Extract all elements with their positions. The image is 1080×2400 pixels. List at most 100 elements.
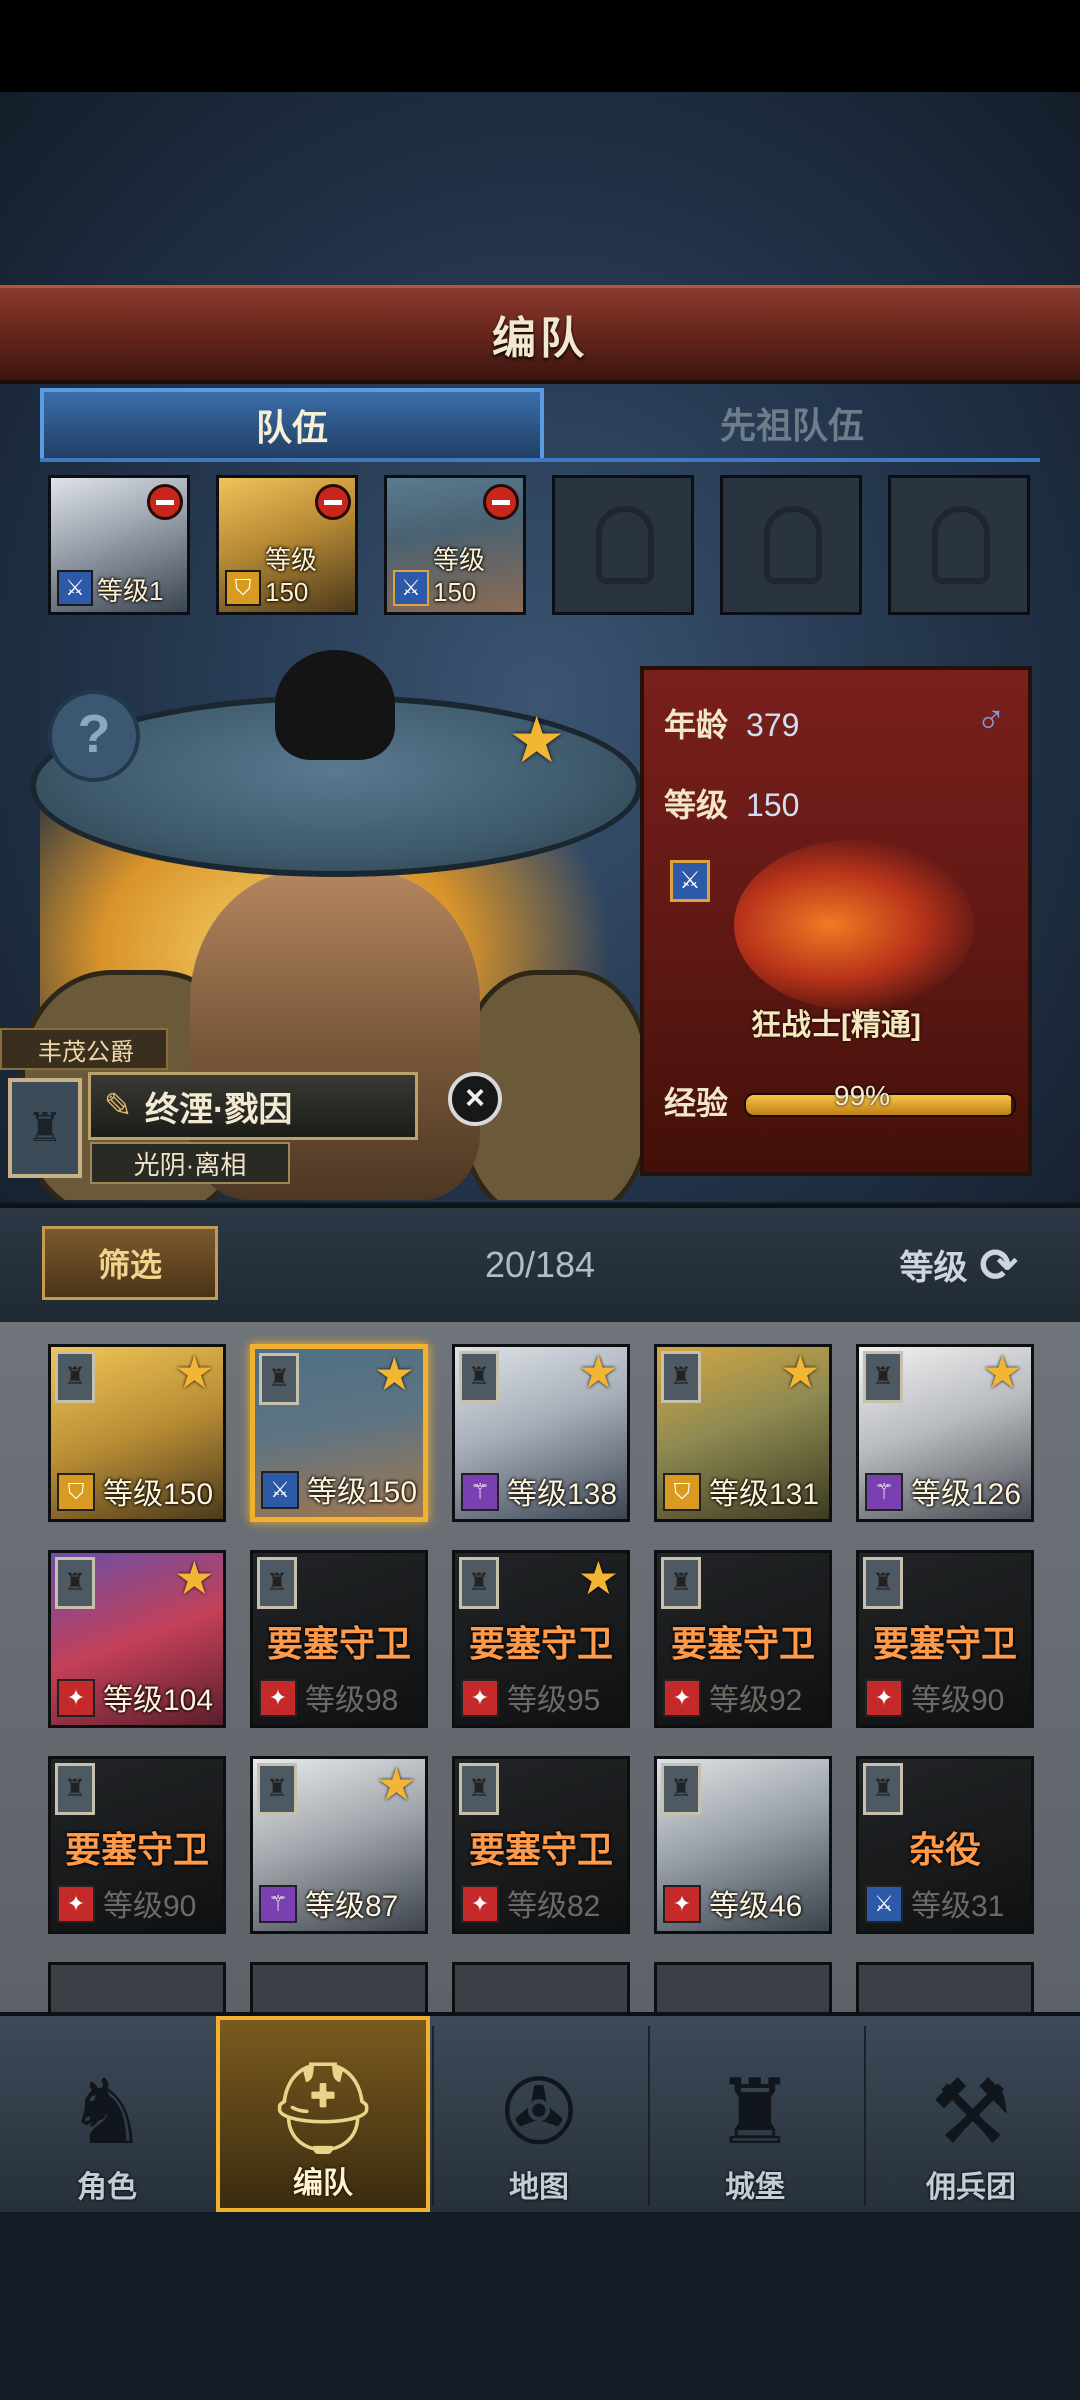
card-level: 等级150 (103, 1478, 214, 1511)
star-icon: ★ (508, 704, 566, 776)
beast-icon: ✦ (461, 1885, 499, 1923)
shield-icon: ⛉ (225, 570, 261, 606)
beast-icon: ✦ (865, 1679, 903, 1717)
role-label: 要塞守卫 (468, 1829, 613, 1870)
team-slot-empty[interactable] (720, 475, 862, 615)
roster-card[interactable] (250, 1962, 428, 2012)
page-title: 编队 (492, 314, 588, 363)
class-name[interactable]: 狂战士[精通] (644, 1000, 1028, 1044)
card-level: 等级126 (911, 1478, 1022, 1511)
roster-card[interactable] (452, 1962, 630, 2012)
empty-helmet-icon (596, 506, 654, 584)
card-level: 等级31 (911, 1890, 1005, 1923)
team-slot-empty[interactable] (552, 475, 694, 615)
beast-icon: ✦ (663, 1679, 701, 1717)
card-level: 等级90 (103, 1890, 197, 1923)
team-slot-empty[interactable] (888, 475, 1030, 615)
nav-label: 角色 (77, 2171, 137, 2204)
roster-card[interactable]: ♜ ★ ⚚ 等级87 (250, 1756, 428, 1934)
roster-card[interactable]: ♜ ★ ✦ 等级104 (48, 1550, 226, 1728)
star-icon: ★ (779, 1346, 821, 1398)
sword-icon: ⚔ (261, 1471, 299, 1509)
tab-ancestor-team[interactable]: 先祖队伍 (544, 388, 1040, 458)
house-emblem-icon: ♜ (55, 1763, 95, 1815)
remove-member-icon[interactable] (483, 484, 519, 520)
nav-label: 编队 (293, 2167, 353, 2200)
roster-card[interactable]: ♜ 要塞守卫 ✦ 等级90 (856, 1550, 1034, 1728)
roster-card[interactable]: ♜ 要塞守卫 ✦ 等级92 (654, 1550, 832, 1728)
hero-title: 丰茂公爵 (0, 1028, 168, 1070)
beast-icon: ✦ (663, 1885, 701, 1923)
page-title-banner: 编队 (0, 285, 1080, 384)
hair-bun (275, 650, 395, 760)
age-label: 年龄 (664, 707, 729, 743)
nav-label: 城堡 (725, 2171, 785, 2204)
roster-card[interactable] (654, 1962, 832, 2012)
sword-icon: ⚔ (57, 570, 93, 606)
roster-card[interactable] (48, 1962, 226, 2012)
beast-icon: ✦ (57, 1885, 95, 1923)
roster-card[interactable]: ♜ ★ ⛉ 等级150 (48, 1344, 226, 1522)
roster-card[interactable]: ♜ ★ 要塞守卫 ✦ 等级95 (452, 1550, 630, 1728)
staff-icon: ⚚ (865, 1473, 903, 1511)
hero-nameplate: 丰茂公爵 ♜ ✎ 终湮·戮因 光阴·离相 (0, 1028, 420, 1188)
staff-icon: ⚚ (259, 1885, 297, 1923)
empty-helmet-icon (932, 506, 990, 584)
role-label: 要塞守卫 (266, 1623, 411, 1664)
nav-castle[interactable]: ♜ 城堡 (648, 2016, 862, 2212)
nav-map[interactable]: ✇ 地图 (432, 2016, 646, 2212)
house-emblem-icon: ♜ (459, 1557, 499, 1609)
sort-button[interactable]: 等级 ⟳ (899, 1240, 1018, 1289)
house-emblem-icon: ♜ (8, 1078, 82, 1178)
exp-label: 经验 (664, 1085, 729, 1121)
team-slot-1[interactable]: ⚔ 等级1 (48, 475, 190, 615)
roster-card[interactable]: ♜ ★ ⚔ 等级150 (250, 1344, 428, 1522)
helmet-icon: ⛑ (265, 2059, 381, 2159)
help-icon[interactable]: ? (48, 690, 140, 782)
slot-level: 等级150 (265, 545, 318, 607)
card-level: 等级150 (307, 1476, 418, 1509)
sword-star-icon: ⚔ (393, 570, 429, 606)
nav-formation[interactable]: ⛑ 编队 (216, 2016, 430, 2212)
exp-row: 经验 (664, 1078, 728, 1124)
roster-card[interactable]: ♜ 要塞守卫 ✦ 等级90 (48, 1756, 226, 1934)
remove-member-icon[interactable] (147, 484, 183, 520)
house-emblem-icon: ♜ (55, 1351, 95, 1403)
star-icon: ★ (577, 1552, 619, 1604)
roster-card[interactable]: ♜ 要塞守卫 ✦ 等级82 (452, 1756, 630, 1934)
roster-card[interactable]: ♜ ★ ⚚ 等级126 (856, 1344, 1034, 1522)
house-emblem-icon: ♜ (661, 1351, 701, 1403)
roster-card[interactable] (856, 1962, 1034, 2012)
house-emblem-icon: ♜ (863, 1557, 903, 1609)
hero-name: 终湮·戮因 (145, 1090, 293, 1129)
roster-card[interactable]: ♜ ★ ⚚ 等级138 (452, 1344, 630, 1522)
roster-card[interactable]: ♜ ★ ⛉ 等级131 (654, 1344, 832, 1522)
bottom-nav: ♞ 角色 ⛑ 编队 ✇ 地图 ♜ 城堡 ⚒ 佣兵团 (0, 2012, 1080, 2216)
nav-label: 地图 (509, 2171, 569, 2204)
roster-card[interactable]: ♜ 杂役 ⚔ 等级31 (856, 1756, 1034, 1934)
team-slot-2[interactable]: ⛉ 等级150 (216, 475, 358, 615)
edit-name-icon[interactable]: ✎ (91, 1086, 145, 1126)
nav-characters[interactable]: ♞ 角色 (0, 2016, 214, 2212)
sort-label: 等级 (899, 1249, 968, 1287)
close-icon[interactable]: × (448, 1072, 502, 1126)
hero-name-bar[interactable]: ✎ 终湮·戮因 (88, 1072, 418, 1140)
slot-level: 等级1 (97, 576, 164, 606)
house-emblem-icon: ♜ (459, 1351, 499, 1403)
tab-team[interactable]: 队伍 (40, 388, 544, 458)
remove-member-icon[interactable] (315, 484, 351, 520)
card-level: 等级46 (709, 1890, 803, 1923)
team-slot-3[interactable]: ⚔ 等级150 (384, 475, 526, 615)
sword-icon: ⚔ (865, 1885, 903, 1923)
house-emblem-icon: ♜ (259, 1353, 299, 1405)
star-icon: ★ (373, 1348, 415, 1400)
roster-card[interactable]: ♜ ✦ 等级46 (654, 1756, 832, 1934)
beast-icon: ✦ (259, 1679, 297, 1717)
shield-icon: ⛉ (57, 1473, 95, 1511)
roster-card[interactable]: ♜ 要塞守卫 ✦ 等级98 (250, 1550, 428, 1728)
system-nav-area (0, 2212, 1080, 2400)
card-level: 等级98 (305, 1684, 399, 1717)
nav-mercenaries[interactable]: ⚒ 佣兵团 (864, 2016, 1078, 2212)
role-label: 杂役 (908, 1829, 981, 1870)
filter-bar: 筛选 20/184 等级 ⟳ (0, 1204, 1080, 1326)
